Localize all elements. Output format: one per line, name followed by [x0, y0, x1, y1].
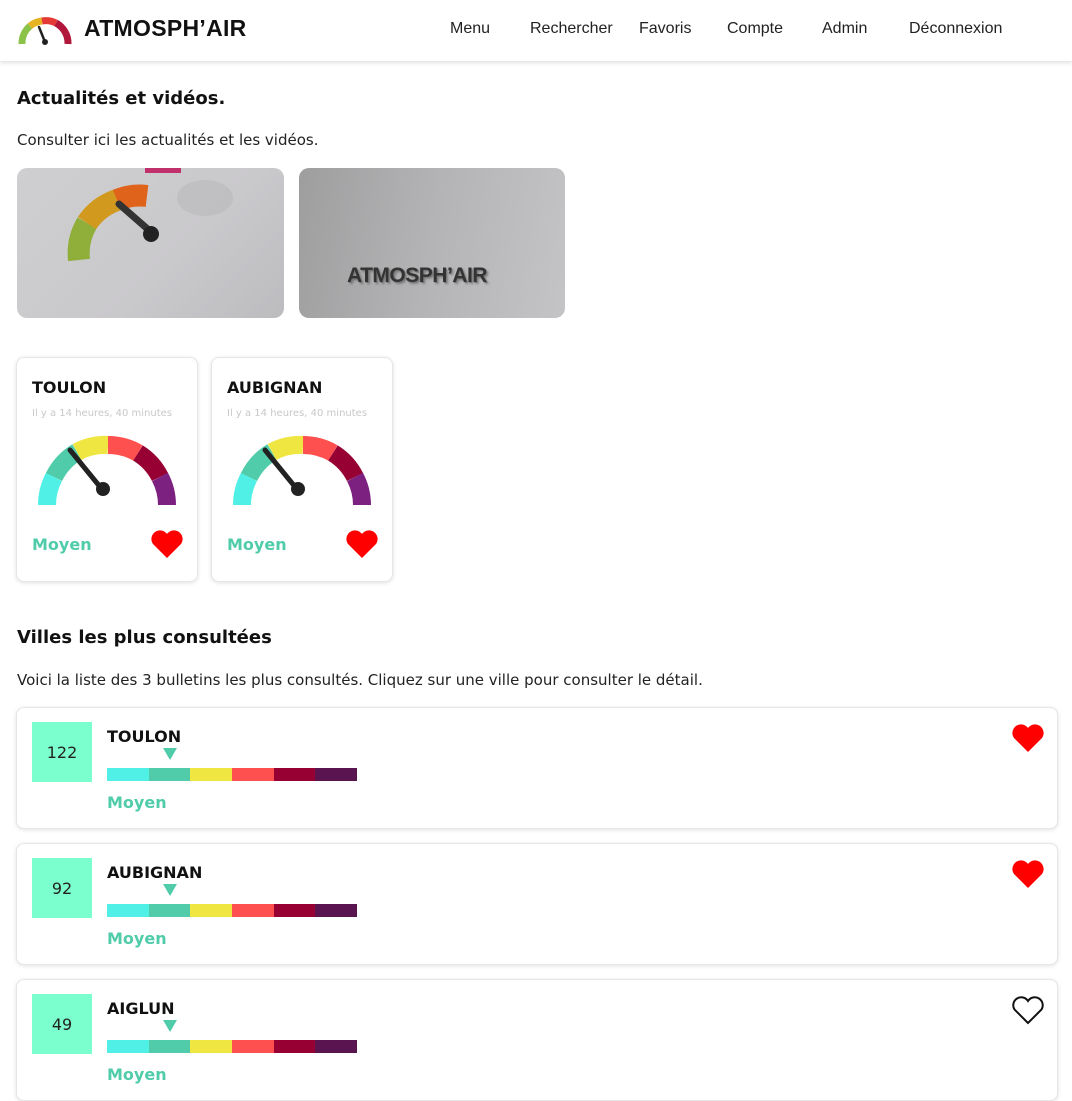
list-city: AIGLUN: [107, 999, 175, 1018]
air-quality-gauge: [38, 435, 176, 506]
heart-filled-icon[interactable]: [1011, 859, 1045, 889]
news-title: Actualités et vidéos.: [17, 88, 226, 109]
heart-outline-icon[interactable]: [1011, 995, 1045, 1025]
aqi-scale-bar: [107, 768, 358, 781]
card-timestamp: Il y a 14 heures, 40 minutes: [227, 408, 368, 419]
card-city: AUBIGNAN: [227, 378, 323, 397]
card-level: Moyen: [227, 535, 287, 554]
video-thumbnail-gauge[interactable]: [17, 168, 284, 318]
heart-filled-icon[interactable]: [1011, 723, 1045, 753]
nav-favoris[interactable]: Favoris: [639, 20, 691, 38]
gauge-logo-icon[interactable]: [16, 14, 74, 48]
nav-menu[interactable]: Menu: [450, 20, 490, 38]
list-level: Moyen: [107, 929, 167, 948]
card-city: TOULON: [32, 378, 107, 397]
nav-rechercher[interactable]: Rechercher: [530, 20, 613, 38]
nav-deconnexion[interactable]: Déconnexion: [909, 20, 1002, 38]
popular-title: Villes les plus consultées: [17, 627, 272, 648]
popular-description: Voici la liste des 3 bulletins les plus …: [17, 671, 703, 689]
heart-filled-icon[interactable]: [345, 529, 379, 559]
brand-name[interactable]: ATMOSPH’AIR: [84, 15, 247, 42]
card-level: Moyen: [32, 535, 92, 554]
heart-filled-icon[interactable]: [150, 529, 184, 559]
nav-admin[interactable]: Admin: [822, 20, 867, 38]
aqi-score: 92: [32, 858, 92, 918]
aqi-scale-bar: [107, 904, 358, 917]
level-marker-icon: [163, 748, 177, 760]
list-city: AUBIGNAN: [107, 863, 203, 882]
news-description: Consulter ici les actualités et les vidé…: [17, 131, 319, 149]
city-list-item[interactable]: 92 AUBIGNAN Moyen: [16, 843, 1058, 965]
top-header: ATMOSPH’AIR Menu Rechercher Favoris Comp…: [0, 0, 1072, 61]
favorite-card[interactable]: TOULON Il y a 14 heures, 40 minutes Moye…: [16, 357, 198, 582]
aqi-scale-bar: [107, 1040, 358, 1053]
list-city: TOULON: [107, 727, 182, 746]
city-list-item[interactable]: 49 AIGLUN Moyen: [16, 979, 1058, 1101]
video-brand-title: ATMOSPH’AIR: [347, 264, 487, 287]
gauge-3d-image: [67, 168, 233, 262]
list-level: Moyen: [107, 793, 167, 812]
nav-compte[interactable]: Compte: [727, 20, 783, 38]
favorite-card[interactable]: AUBIGNAN Il y a 14 heures, 40 minutes Mo…: [211, 357, 393, 582]
video-thumbnail-brand[interactable]: ATMOSPH’AIR: [299, 168, 565, 318]
level-marker-icon: [163, 884, 177, 896]
air-quality-gauge: [233, 435, 371, 506]
card-timestamp: Il y a 14 heures, 40 minutes: [32, 408, 173, 419]
aqi-score: 49: [32, 994, 92, 1054]
level-marker-icon: [163, 1020, 177, 1032]
aqi-score: 122: [32, 722, 92, 782]
city-list-item[interactable]: 122 TOULON Moyen: [16, 707, 1058, 829]
